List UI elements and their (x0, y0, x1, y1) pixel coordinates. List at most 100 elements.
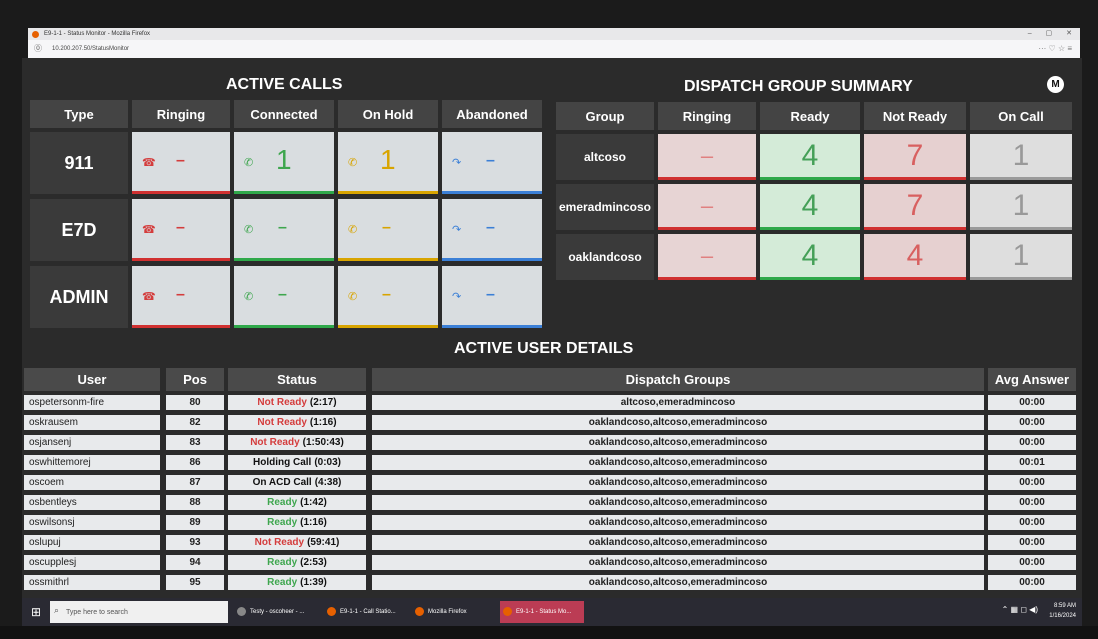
table-row[interactable]: oswilsonsj 89 Ready (1:16) oaklandcoso,altco… (22, 515, 1082, 532)
dg-emeradmincoso-ready[interactable]: 4 (760, 184, 860, 230)
user-groups: oaklandcoso,altcoso,emeradmincoso (372, 475, 984, 490)
cell-admin-on-hold[interactable]: ✆ – (338, 266, 438, 328)
table-row[interactable]: oswhittemorej 86 Holding Call (0:03) oakland… (22, 455, 1082, 472)
user-groups: oaklandcoso,altcoso,emeradmincoso (372, 535, 984, 550)
col-user: User (24, 368, 160, 391)
cell-e7d-on-hold[interactable]: ✆ – (338, 199, 438, 261)
close-button[interactable]: ✕ (1066, 30, 1072, 37)
dg-altcoso-ready[interactable]: 4 (760, 134, 860, 180)
user-details-title: ACTIVE USER DETAILS (454, 340, 634, 357)
status-label: Not Ready (250, 437, 300, 448)
dg-oaklandcoso-ringing[interactable]: – (658, 234, 756, 280)
clock-time: 8:59 AM (1053, 603, 1076, 609)
site-info-icon[interactable]: ⓪ (34, 40, 42, 58)
minimize-button[interactable]: – (1028, 30, 1032, 37)
user-status: Not Ready (2:17) (228, 395, 366, 410)
system-tray[interactable]: ⌃ ▦ ◻ ◀) 8:59 AM 1/16/2024 (1002, 601, 1076, 621)
toolbar-icons[interactable]: ··· ♡ ☆ ≡ (1038, 40, 1072, 58)
user-groups: oaklandcoso,altcoso,emeradmincoso (372, 555, 984, 570)
user-user: oswilsonsj (24, 515, 160, 530)
cell-911-abandoned[interactable]: ↷ – (442, 132, 542, 194)
user-status: Not Ready (1:50:43) (228, 435, 366, 450)
taskbar-search[interactable]: ⌕ Type here to search (50, 601, 228, 623)
tray-icons[interactable]: ⌃ ▦ ◻ ◀) (1002, 605, 1038, 615)
col-dispatch-groups: Dispatch Groups (372, 368, 984, 391)
status-time: (1:42) (300, 497, 327, 508)
user-avg: 00:00 (988, 495, 1076, 510)
taskbar-item-firefox[interactable]: Mozilla Firefox (412, 601, 496, 623)
phone-abandoned-icon: ↷ (452, 224, 462, 236)
dg-altcoso-ringing[interactable]: – (658, 134, 756, 180)
col-type: Type (30, 100, 128, 128)
status-label: Ready (267, 517, 298, 528)
user-avg: 00:00 (988, 395, 1076, 410)
firefox-icon (503, 607, 512, 616)
dg-oaklandcoso-on-call[interactable]: 1 (970, 234, 1072, 280)
user-pos: 83 (166, 435, 224, 450)
table-row[interactable]: ossmithrl 95 Ready (1:39) oaklandcoso,altcos… (22, 575, 1082, 592)
dg-emeradmincoso-ringing[interactable]: – (658, 184, 756, 230)
dg-emeradmincoso-not-ready[interactable]: 7 (864, 184, 966, 230)
user-pos: 88 (166, 495, 224, 510)
group-altcoso: altcoso (556, 134, 654, 180)
cell-911-connected[interactable]: ✆ 1 (234, 132, 334, 194)
status-label: Ready (267, 577, 298, 588)
phone-ringing-icon: ☎ (142, 157, 156, 169)
phone-connected-icon: ✆ (244, 291, 254, 303)
taskbar-item-call-station[interactable]: E9-1-1 - Call Statio... (324, 601, 408, 623)
window-title: E9-1-1 - Status Monitor - Mozilla Firefo… (44, 31, 151, 37)
address-bar[interactable]: ⓪ 10.200.207.50/StatusMonitor ··· ♡ ☆ ≡ (28, 40, 1080, 58)
user-pos: 95 (166, 575, 224, 590)
active-calls-title: ACTIVE CALLS (226, 76, 343, 93)
user-avg: 00:00 (988, 575, 1076, 590)
dg-altcoso-on-call[interactable]: 1 (970, 134, 1072, 180)
col-abandoned: Abandoned (442, 100, 542, 128)
cell-e7d-ringing[interactable]: ☎ – (132, 199, 230, 261)
cell-e7d-abandoned[interactable]: ↷ – (442, 199, 542, 261)
user-avg: 00:01 (988, 455, 1076, 470)
status-time: (4:38) (314, 477, 342, 488)
taskbar-item-snipping[interactable]: Testy - oscoheer - ... (234, 601, 322, 623)
dg-emeradmincoso-on-call[interactable]: 1 (970, 184, 1072, 230)
cell-911-on-hold[interactable]: ✆ 1 (338, 132, 438, 194)
table-row[interactable]: oscupplesj 94 Ready (2:53) oaklandcoso,altco… (22, 555, 1082, 572)
maximize-button[interactable]: ▢ (1046, 30, 1053, 37)
taskbar-item-status-monitor[interactable]: E9-1-1 - Status Mo... (500, 601, 584, 623)
monitor-bezel (0, 626, 1098, 639)
user-user: oswhittemorej (24, 455, 160, 470)
table-row[interactable]: oskrausem 82 Not Ready (1:16) oaklandcoso,al… (22, 415, 1082, 432)
user-avg: 00:00 (988, 475, 1076, 490)
status-time: (1:39) (300, 577, 327, 588)
table-row[interactable]: oslupuj 93 Not Ready (59:41) oaklandcoso,alt… (22, 535, 1082, 552)
phone-hold-icon: ✆ (348, 291, 358, 303)
dg-oaklandcoso-ready[interactable]: 4 (760, 234, 860, 280)
table-row[interactable]: oscoem 87 On ACD Call (4:38) oaklandcoso,alt… (22, 475, 1082, 492)
table-row[interactable]: ospetersonm-fire 80 Not Ready (2:17) altcoso… (22, 395, 1082, 412)
table-row[interactable]: osjansenj 83 Not Ready (1:50:43) oaklandcoso… (22, 435, 1082, 452)
search-placeholder: Type here to search (66, 608, 128, 616)
phone-hold-icon: ✆ (348, 224, 358, 236)
type-911: 911 (30, 132, 128, 194)
table-row[interactable]: osbentleys 88 Ready (1:42) oaklandcoso,altco… (22, 495, 1082, 512)
user-status: Not Ready (59:41) (228, 535, 366, 550)
cell-e7d-connected[interactable]: ✆ – (234, 199, 334, 261)
user-groups: oaklandcoso,altcoso,emeradmincoso (372, 415, 984, 430)
cell-admin-abandoned[interactable]: ↷ – (442, 266, 542, 328)
cell-911-ringing[interactable]: ☎ – (132, 132, 230, 194)
user-groups: oaklandcoso,altcoso,emeradmincoso (372, 435, 984, 450)
snip-icon (237, 607, 246, 616)
dg-altcoso-not-ready[interactable]: 7 (864, 134, 966, 180)
windows-start-icon[interactable]: ⊞ (22, 598, 50, 626)
cell-admin-connected[interactable]: ✆ – (234, 266, 334, 328)
col-status: Status (228, 368, 366, 391)
url-text[interactable]: 10.200.207.50/StatusMonitor (52, 46, 129, 52)
user-pos: 89 (166, 515, 224, 530)
dg-oaklandcoso-not-ready[interactable]: 4 (864, 234, 966, 280)
user-user: oslupuj (24, 535, 160, 550)
cell-admin-ringing[interactable]: ☎ – (132, 266, 230, 328)
user-user: ossmithrl (24, 575, 160, 590)
firefox-icon (327, 607, 336, 616)
user-groups: oaklandcoso,altcoso,emeradmincoso (372, 495, 984, 510)
firefox-icon (415, 607, 424, 616)
col-group: Group (556, 102, 654, 130)
